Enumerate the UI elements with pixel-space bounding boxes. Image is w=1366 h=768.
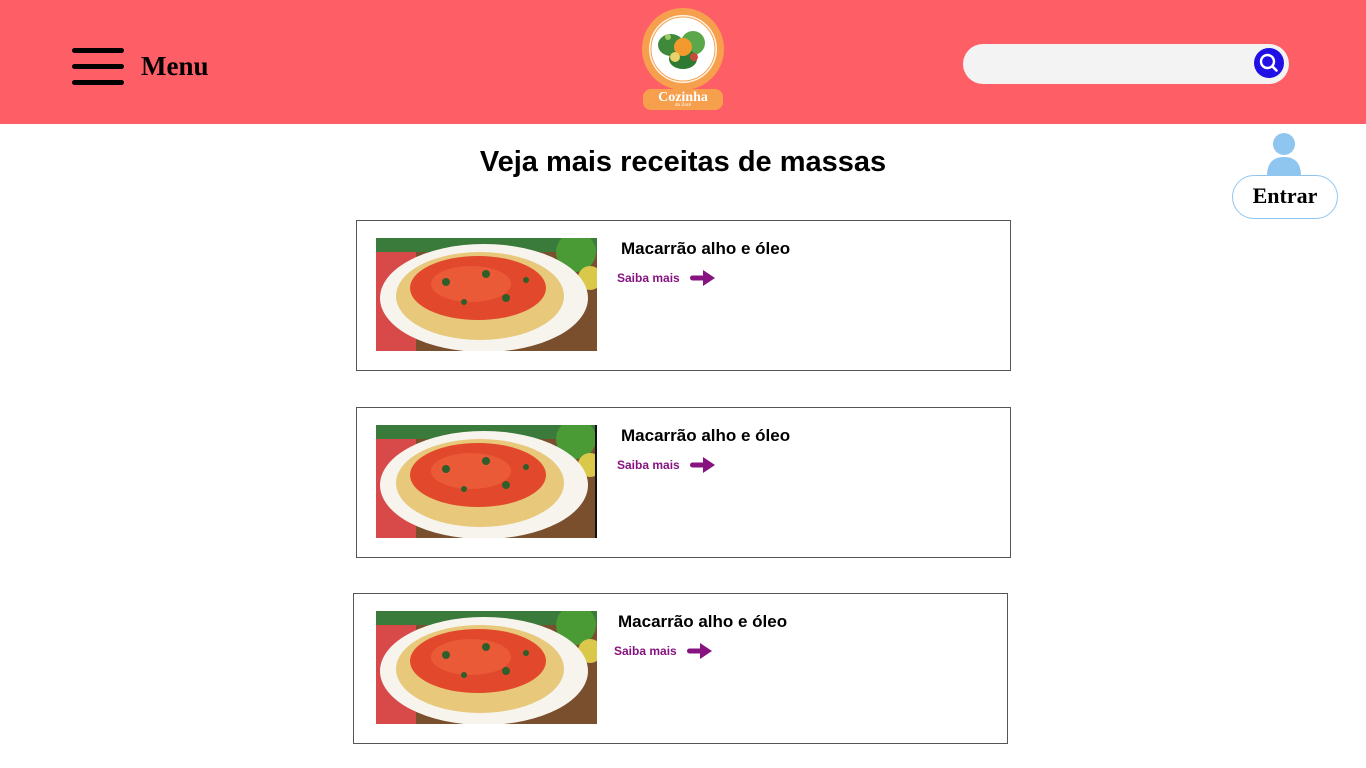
menu-button[interactable]: Menu <box>72 46 209 86</box>
saiba-mais-label: Saiba mais <box>617 458 680 472</box>
recipe-title: Macarrão alho e óleo <box>618 612 788 631</box>
search-input[interactable] <box>979 50 1249 78</box>
recipe-title: Macarrão alho e óleo <box>621 426 791 445</box>
arrow-right-icon <box>689 457 715 473</box>
recipe-image[interactable] <box>376 238 597 351</box>
search-button[interactable] <box>1254 48 1284 78</box>
arrow-right-icon <box>686 643 712 659</box>
search-bar <box>963 44 1289 84</box>
logo-subtext: do Zezé <box>675 103 691 108</box>
menu-label: Menu <box>141 50 209 81</box>
site-header: Menu Cozinha do Zezé <box>0 0 1366 124</box>
recipe-card: Macarrão alho e óleo Saiba mais <box>353 593 1008 744</box>
saiba-mais-link[interactable]: Saiba mais <box>617 269 716 287</box>
recipe-image[interactable] <box>376 611 597 724</box>
hamburger-menu-icon <box>72 46 124 86</box>
site-logo[interactable]: Cozinha do Zezé <box>641 8 725 112</box>
arrow-right-icon <box>689 270 715 286</box>
saiba-mais-link[interactable]: Saiba mais <box>614 642 713 660</box>
login-button[interactable]: Entrar <box>1232 175 1338 219</box>
recipe-card: Macarrão alho e óleo Saiba mais <box>356 407 1011 558</box>
logo-badge: Cozinha do Zezé <box>643 89 723 110</box>
recipe-card: Macarrão alho e óleo Saiba mais <box>356 220 1011 371</box>
recipe-title: Macarrão alho e óleo <box>621 239 791 258</box>
page-title: Veja mais receitas de massas <box>479 146 887 178</box>
saiba-mais-label: Saiba mais <box>617 271 680 285</box>
saiba-mais-link[interactable]: Saiba mais <box>617 456 716 474</box>
recipe-image[interactable] <box>376 425 597 538</box>
saiba-mais-label: Saiba mais <box>614 644 677 658</box>
search-icon <box>1259 53 1278 72</box>
